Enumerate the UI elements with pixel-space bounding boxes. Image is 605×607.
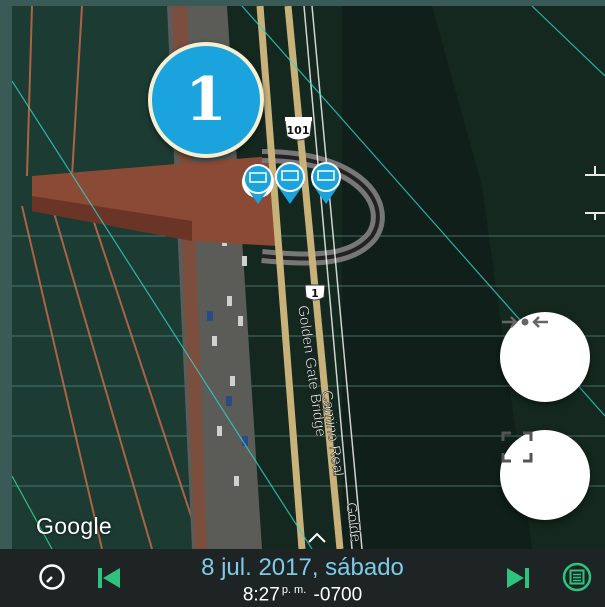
google-attribution: Google xyxy=(36,513,112,539)
skip-next-icon xyxy=(507,568,529,588)
map-view[interactable]: 101 1 Golden Gate Bridge Camino Real Gol… xyxy=(12,6,605,549)
time-value: 8:27 xyxy=(242,584,280,606)
ampm-label: p. m. xyxy=(281,584,307,596)
timezone-label: -0700 xyxy=(313,584,363,606)
shield-1-label: 1 xyxy=(311,287,319,300)
step-number-badge: 1 xyxy=(148,42,264,158)
step-number: 1 xyxy=(185,65,227,135)
collapse-button[interactable] xyxy=(500,312,590,402)
scale-tick xyxy=(594,212,596,220)
scale-tick xyxy=(594,166,596,174)
calendar-list-button[interactable] xyxy=(562,562,592,597)
fullscreen-button[interactable] xyxy=(500,430,590,520)
skip-next-button[interactable] xyxy=(506,567,530,594)
list-calendar-icon xyxy=(562,562,592,592)
scale-tick xyxy=(585,174,605,176)
fullscreen-icon xyxy=(501,431,533,463)
shield-101-label: 101 xyxy=(287,124,310,137)
arrows-collapse-icon xyxy=(502,316,548,328)
bottom-time-bar: 8 jul. 2017, sábado 8:27 p. m. -0700 xyxy=(0,549,605,607)
